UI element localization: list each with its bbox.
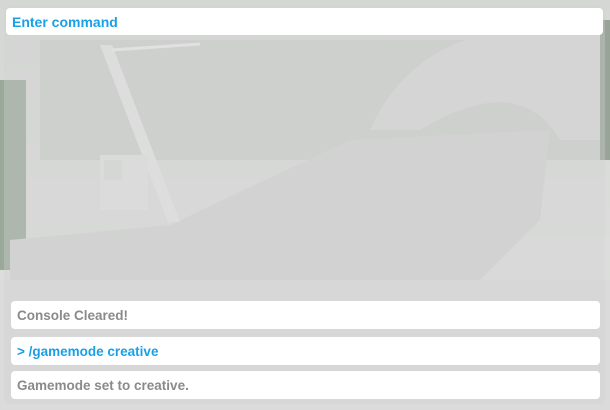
command-input[interactable]: Enter command bbox=[6, 8, 603, 35]
command-console: Enter command Console Cleared! > /gamemo… bbox=[4, 6, 605, 404]
game-viewport[interactable]: Enter command Console Cleared! > /gamemo… bbox=[0, 0, 610, 410]
console-log-line: Console Cleared! bbox=[11, 301, 600, 329]
console-log-line: > /gamemode creative bbox=[11, 337, 600, 365]
console-log-line: Gamemode set to creative. bbox=[11, 371, 600, 399]
